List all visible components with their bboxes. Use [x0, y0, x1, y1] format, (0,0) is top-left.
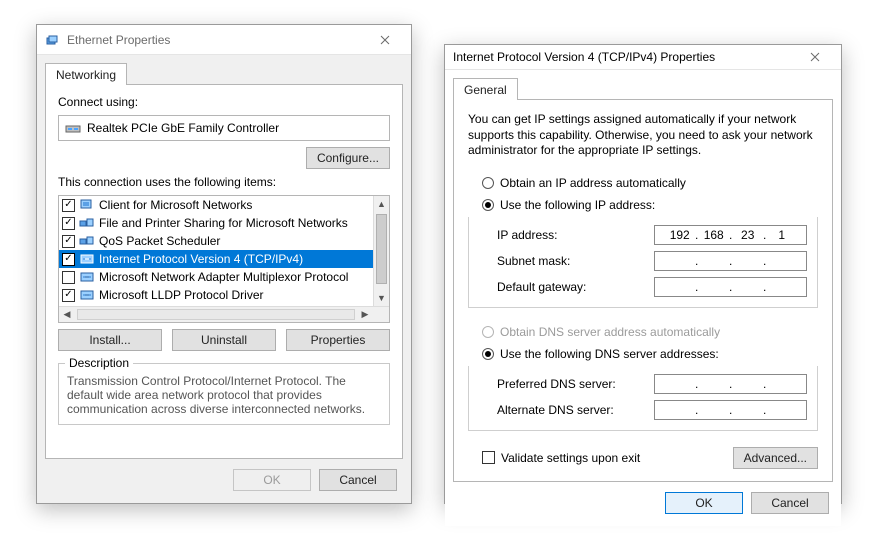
list-item-label: Client for Microsoft Networks	[99, 198, 252, 212]
connect-using-label: Connect using:	[58, 95, 390, 109]
protocol-icon	[79, 305, 95, 306]
cancel-button[interactable]: Cancel	[751, 492, 829, 514]
scroll-left-icon[interactable]: ◀	[59, 307, 75, 322]
titlebar[interactable]: Internet Protocol Version 4 (TCP/IPv4) P…	[445, 45, 841, 70]
scroll-thumb[interactable]	[376, 214, 387, 284]
checkbox-icon[interactable]: ✓	[62, 217, 75, 230]
ip-address-input[interactable]: 192. 168. 23. 1	[654, 225, 807, 245]
subnet-label: Subnet mask:	[497, 254, 644, 268]
configure-button[interactable]: Configure...	[306, 147, 390, 169]
radio-icon	[482, 199, 494, 211]
radio-dns-manual[interactable]: Use the following DNS server addresses:	[468, 346, 818, 362]
dialog-title: Internet Protocol Version 4 (TCP/IPv4) P…	[453, 50, 795, 64]
description-text: Transmission Control Protocol/Internet P…	[67, 374, 381, 416]
hscroll-track[interactable]	[77, 309, 355, 320]
list-item-label: File and Printer Sharing for Microsoft N…	[99, 216, 348, 230]
cancel-button[interactable]: Cancel	[319, 469, 397, 491]
validate-checkbox[interactable]: Validate settings upon exit	[468, 451, 640, 465]
titlebar[interactable]: Ethernet Properties	[37, 25, 411, 55]
description-group: Description Transmission Control Protoco…	[58, 363, 390, 425]
ip-fieldset: IP address: 192. 168. 23. 1 Subnet mask:…	[468, 217, 818, 308]
checkbox-icon	[482, 451, 495, 464]
list-item-label: Microsoft LLDP Protocol Driver	[99, 288, 264, 302]
ip-address-label: IP address:	[497, 228, 644, 242]
dns-fieldset: Preferred DNS server: . . . Alternate DN…	[468, 366, 818, 431]
adns-input[interactable]: . . .	[654, 400, 807, 420]
protocol-icon	[79, 269, 95, 285]
radio-ip-manual[interactable]: Use the following IP address:	[468, 197, 818, 213]
checkbox-icon[interactable]	[62, 271, 75, 284]
list-item-label: Microsoft Network Adapter Multiplexor Pr…	[99, 270, 348, 284]
gateway-input[interactable]: . . .	[654, 277, 807, 297]
list-item[interactable]: ✓Internet Protocol Version 6 (TCP/IPv6)	[59, 304, 373, 306]
radio-icon	[482, 177, 494, 189]
list-item[interactable]: ✓ Internet Protocol Version 4 (TCP/IPv4)	[59, 250, 373, 268]
gateway-label: Default gateway:	[497, 280, 644, 294]
items-listbox[interactable]: ✓ Client for Microsoft Networks ✓ File and …	[58, 195, 390, 323]
radio-icon	[482, 326, 494, 338]
adapter-name: Realtek PCIe GbE Family Controller	[87, 121, 279, 135]
intro-text: You can get IP settings assigned automat…	[468, 112, 818, 159]
radio-icon	[482, 348, 494, 360]
pdns-input[interactable]: . . .	[654, 374, 807, 394]
radio-dns-auto: Obtain DNS server address automatically	[468, 324, 818, 340]
tab-general[interactable]: General	[453, 78, 518, 100]
adapter-box: Realtek PCIe GbE Family Controller	[58, 115, 390, 141]
install-button[interactable]: Install...	[58, 329, 162, 351]
adns-label: Alternate DNS server:	[497, 403, 644, 417]
properties-button[interactable]: Properties	[286, 329, 390, 351]
checkbox-icon[interactable]: ✓	[62, 199, 75, 212]
client-icon	[79, 197, 95, 213]
description-legend: Description	[65, 356, 133, 370]
list-item[interactable]: ✓ QoS Packet Scheduler	[59, 232, 373, 250]
nic-icon	[65, 120, 81, 136]
list-item[interactable]: Microsoft Network Adapter Multiplexor Pr…	[59, 268, 373, 286]
scroll-up-icon[interactable]: ▲	[374, 196, 389, 212]
list-item-label: QoS Packet Scheduler	[99, 234, 220, 248]
tcpip-properties-dialog: Internet Protocol Version 4 (TCP/IPv4) P…	[444, 44, 842, 504]
ok-button[interactable]: OK	[665, 492, 743, 514]
protocol-icon	[79, 251, 95, 267]
dialog-title: Ethernet Properties	[67, 33, 365, 47]
protocol-icon	[79, 287, 95, 303]
scroll-right-icon[interactable]: ▶	[357, 307, 373, 322]
list-item[interactable]: ✓ File and Printer Sharing for Microsoft …	[59, 214, 373, 232]
service-icon	[79, 215, 95, 231]
ethernet-properties-dialog: Ethernet Properties Networking Connect u…	[36, 24, 412, 504]
horizontal-scrollbar[interactable]: ◀ ▶	[59, 306, 389, 322]
checkbox-icon[interactable]: ✓	[62, 253, 75, 266]
list-item-label: Internet Protocol Version 4 (TCP/IPv4)	[99, 252, 303, 266]
pdns-label: Preferred DNS server:	[497, 377, 644, 391]
uninstall-button[interactable]: Uninstall	[172, 329, 276, 351]
list-item[interactable]: ✓ Microsoft LLDP Protocol Driver	[59, 286, 373, 304]
ethernet-icon	[45, 32, 61, 48]
scroll-down-icon[interactable]: ▼	[374, 290, 389, 306]
list-item[interactable]: ✓ Client for Microsoft Networks	[59, 196, 373, 214]
subnet-input[interactable]: . . .	[654, 251, 807, 271]
ok-button[interactable]: OK	[233, 469, 311, 491]
vertical-scrollbar[interactable]: ▲ ▼	[373, 196, 389, 306]
service-icon	[79, 233, 95, 249]
checkbox-icon[interactable]: ✓	[62, 289, 75, 302]
close-button[interactable]	[795, 45, 835, 69]
checkbox-icon[interactable]: ✓	[62, 235, 75, 248]
close-button[interactable]	[365, 28, 405, 52]
items-label: This connection uses the following items…	[58, 175, 390, 189]
advanced-button[interactable]: Advanced...	[733, 447, 818, 469]
tab-networking[interactable]: Networking	[45, 63, 127, 85]
radio-ip-auto[interactable]: Obtain an IP address automatically	[468, 175, 818, 191]
